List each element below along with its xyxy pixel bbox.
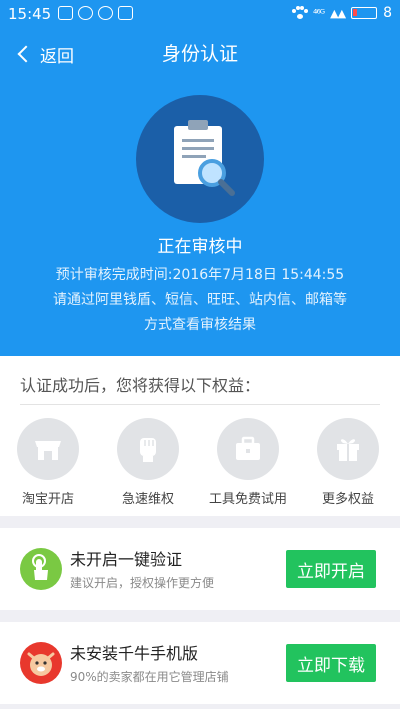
review-eta: 预计审核完成时间:2016年7月18日 15:44:55 (55, 267, 345, 283)
check-circle-icon (98, 6, 113, 20)
card-subtitle: 建议开启，授权操作更方便 (70, 576, 215, 590)
one-click-verify-card: 未开启一键验证 建议开启，授权操作更方便 立即开启 (0, 528, 400, 610)
notification-app-icon (58, 6, 73, 20)
card-title: 未开启一键验证 (70, 550, 183, 569)
paw-icon (291, 6, 308, 20)
header-area: 15:45 ⁴⁶ᴳ ▲▲ 8 返回 身份认证 正在审核中 预计审核完成时间:20… (0, 0, 400, 356)
status-right: ⁴⁶ᴳ ▲▲ 8 (291, 5, 392, 21)
qianniu-app-card: 未安装千牛手机版 90%的卖家都在用它管理店铺 立即下载 (0, 622, 400, 704)
battery-level: 8 (383, 5, 392, 21)
gift-icon (317, 418, 379, 480)
benefit-store[interactable]: 淘宝开店 (4, 418, 92, 507)
benefit-tools[interactable]: 工具免费试用 (204, 418, 292, 507)
status-time: 15:45 (8, 5, 52, 23)
signal-icon: ⁴⁶ᴳ (312, 6, 325, 20)
battery-icon (351, 7, 378, 19)
page-title: 身份认证 (161, 43, 238, 65)
benefit-label: 急速维权 (121, 492, 174, 507)
benefit-rights[interactable]: 急速维权 (104, 418, 192, 507)
status-bar: 15:45 ⁴⁶ᴳ ▲▲ 8 (0, 0, 400, 28)
toolbox-icon (217, 418, 279, 480)
qianniu-logo-icon (20, 642, 62, 684)
notification-icons (58, 6, 133, 20)
card-title: 未安装千牛手机版 (70, 644, 199, 663)
image-icon (118, 6, 133, 20)
fist-icon (117, 418, 179, 480)
tap-finger-icon (20, 548, 62, 590)
review-channels: 请通过阿里钱盾、短信、旺旺、站内信、邮箱等 (53, 292, 347, 308)
store-icon (17, 418, 79, 480)
download-now-button[interactable]: 立即下载 (286, 644, 376, 682)
qq-penguin-icon (78, 6, 93, 20)
review-channels-cont: 方式查看审核结果 (144, 317, 256, 333)
divider (20, 404, 380, 405)
benefit-more[interactable]: 更多权益 (304, 418, 392, 507)
enable-now-button[interactable]: 立即开启 (286, 550, 376, 588)
review-status: 正在审核中 (157, 237, 243, 257)
benefit-label: 工具免费试用 (208, 492, 287, 507)
benefits-panel: 认证成功后，您将获得以下权益： 淘宝开店 急速维权 工具免费试用 更多权益 (0, 356, 400, 516)
benefit-label: 淘宝开店 (21, 492, 74, 507)
benefit-label: 更多权益 (321, 492, 374, 507)
signal-icon-2: ▲▲ (330, 6, 346, 20)
document-search-icon (174, 120, 235, 196)
benefits-title: 认证成功后，您将获得以下权益： (20, 376, 261, 395)
card-subtitle: 90%的卖家都在用它管理店铺 (70, 670, 229, 684)
